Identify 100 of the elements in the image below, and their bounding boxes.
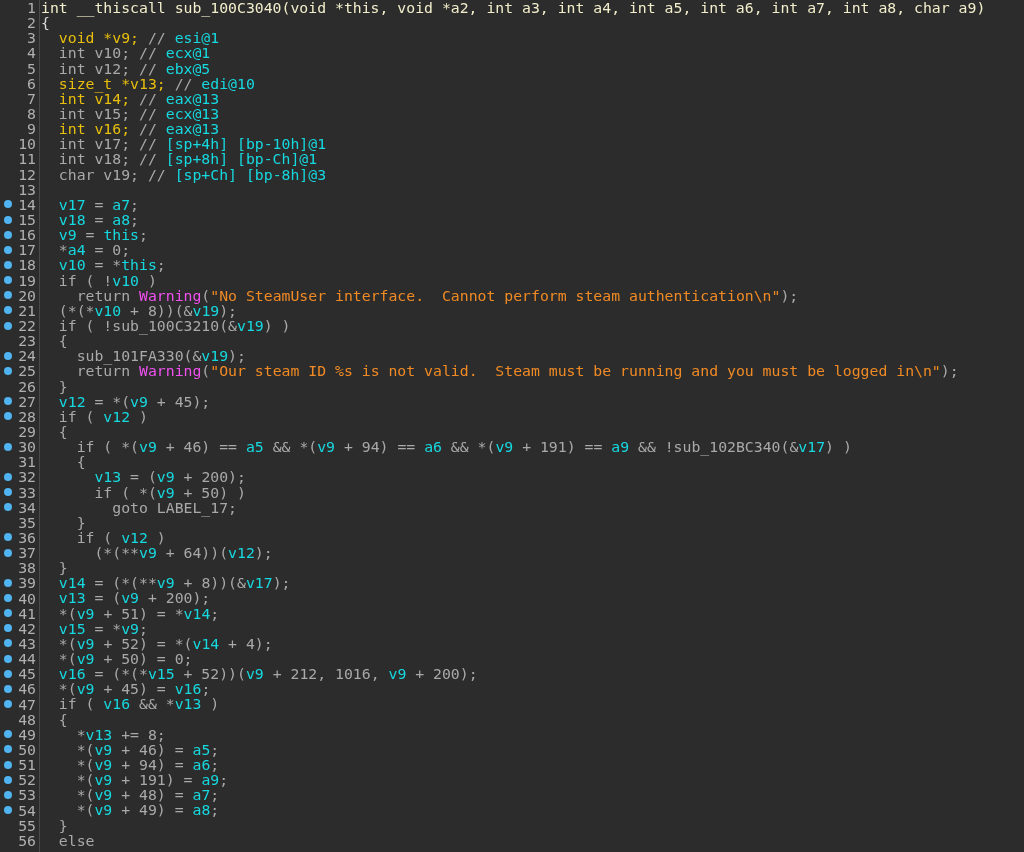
line-number: 53 xyxy=(18,787,36,803)
code-line: { xyxy=(57,423,68,440)
code-line: int v15; // ecx@13 xyxy=(57,106,220,122)
code-line: v18 = a8; xyxy=(57,211,140,228)
code-line: if ( v12 ) xyxy=(57,408,148,424)
code-line: v9 = this; xyxy=(57,227,148,243)
code-line: char v19; // [sp+Ch] [bp-8h]@3 xyxy=(57,166,327,182)
code-line: *v13 += 8; xyxy=(75,726,166,742)
line-number: 41 xyxy=(18,605,36,621)
line-number: 46 xyxy=(18,681,36,697)
code-line: int v17; // [sp+4h] [bp-10h]@1 xyxy=(57,136,327,152)
code-line: *(v9 + 52) = *(v14 + 4); xyxy=(57,635,273,652)
line-number: 33 xyxy=(18,484,36,500)
code-line: v17 = a7; xyxy=(57,196,140,212)
line-number: 2 xyxy=(27,15,36,31)
line-number: 25 xyxy=(18,363,36,379)
code-line: if ( v16 && *v13 ) xyxy=(57,696,220,712)
code-line: return Warning("Our steam ID %s is not valid. Steam must be running and you must be logged in\n"); xyxy=(75,363,959,379)
code-line: *(v9 + 191) = a9; xyxy=(75,772,229,788)
code-line: int v10; // ecx@1 xyxy=(57,45,211,61)
line-number: 6 xyxy=(27,75,36,91)
line-number: 32 xyxy=(18,469,36,485)
line-number: 34 xyxy=(18,499,36,515)
line-number: 55 xyxy=(18,817,36,833)
code-line: int v18; // [sp+8h] [bp-Ch]@1 xyxy=(57,151,318,167)
line-number: 50 xyxy=(18,741,36,757)
line-number: 26 xyxy=(18,378,36,394)
code-line: v13 = (v9 + 200); xyxy=(57,590,211,606)
code-line: } xyxy=(75,514,86,530)
line-number: 22 xyxy=(18,318,36,333)
line-number: 44 xyxy=(18,651,36,667)
line-number: 12 xyxy=(18,166,36,182)
line-number: 36 xyxy=(18,530,36,545)
code-line: *(v9 + 48) = a7; xyxy=(75,787,220,803)
code-line: void *v9; // esi@1 xyxy=(57,30,220,46)
line-number: 54 xyxy=(18,802,36,818)
code-line: if ( !v10 ) xyxy=(57,272,157,288)
code-line: *(v9 + 46) = a5; xyxy=(75,741,220,758)
code-line: if ( *(v9 + 46) == a5 && *(v9 + 94) == a6 && *(v9 + 191) == a9 && !sub_102BC340(&v17) ) xyxy=(75,439,852,455)
code-line: int v16; // eax@13 xyxy=(57,121,220,137)
line-number: 56 xyxy=(18,832,36,848)
line-number: 8 xyxy=(27,106,36,122)
code-line: *(v9 + 51) = *v14; xyxy=(57,605,220,621)
code-line: *(v9 + 49) = a8; xyxy=(75,802,220,818)
line-number: 16 xyxy=(18,227,36,243)
code-line: return Warning("No SteamUser interface. Cannot perform steam authentication\n"); xyxy=(75,287,799,303)
line-number: 45 xyxy=(18,666,36,682)
code-line: else xyxy=(57,832,95,848)
line-number: 42 xyxy=(18,620,36,636)
code-line: int v14; // eax@13 xyxy=(57,90,220,106)
code-line: (*(*v10 + 8))(&v19); xyxy=(57,302,238,318)
line-number: 17 xyxy=(18,242,36,258)
code-line: *(v9 + 94) = a6; xyxy=(75,757,220,773)
code-line: sub_101FA330(&v19); xyxy=(75,348,246,364)
line-number: 10 xyxy=(18,136,36,152)
line-number: 39 xyxy=(18,575,36,591)
line-number: 38 xyxy=(18,560,36,576)
line-number: 35 xyxy=(18,514,36,530)
line-number: 48 xyxy=(18,711,36,727)
line-number: 14 xyxy=(18,196,36,212)
code-line: v13 = (v9 + 200); xyxy=(93,469,246,485)
line-number: 13 xyxy=(18,181,36,197)
code-line: { xyxy=(75,454,86,470)
line-number: 43 xyxy=(18,635,36,651)
code-line: if ( !sub_100C3210(&v19) ) xyxy=(57,317,291,334)
line-number: 19 xyxy=(18,272,36,288)
line-number: 27 xyxy=(18,393,36,409)
line-number: 9 xyxy=(27,121,36,137)
line-number: 4 xyxy=(27,45,36,61)
line-number: 11 xyxy=(18,151,36,167)
code-line: if ( v12 ) xyxy=(75,529,166,546)
line-number: 7 xyxy=(27,90,36,106)
code-line: { xyxy=(40,15,50,31)
line-number: 49 xyxy=(18,726,36,742)
code-line: } xyxy=(57,560,68,576)
line-number: 40 xyxy=(18,590,36,606)
code-line: { xyxy=(57,711,68,727)
code-line: *(v9 + 45) = v16; xyxy=(57,681,211,697)
code-line: goto LABEL_17; xyxy=(111,499,237,515)
line-number: 31 xyxy=(18,454,36,470)
code-line: v12 = *(v9 + 45); xyxy=(57,393,211,409)
line-number: 1 xyxy=(27,0,36,16)
line-number: 51 xyxy=(18,757,36,773)
line-number: 18 xyxy=(18,257,36,273)
code-line: v10 = *this; xyxy=(57,257,166,273)
code-line: v14 = (*(**v9 + 8))(&v17); xyxy=(57,575,291,591)
line-number: 28 xyxy=(18,408,36,424)
line-number: 24 xyxy=(18,348,36,364)
code-line: *(v9 + 50) = 0; xyxy=(57,651,193,667)
code-line: if ( *(v9 + 50) ) xyxy=(93,484,246,500)
code-line: int v12; // ebx@5 xyxy=(57,60,211,76)
code-line: } xyxy=(57,378,68,394)
code-line: } xyxy=(57,817,68,833)
line-number: 52 xyxy=(18,772,36,788)
line-number: 15 xyxy=(18,212,36,228)
line-number: 37 xyxy=(18,545,36,561)
code-line: v16 = (*(*v15 + 52))(v9 + 212, 1016, v9 + 200); xyxy=(57,666,478,682)
line-number: 3 xyxy=(27,30,36,46)
line-number: 5 xyxy=(27,60,36,76)
code-line: { xyxy=(57,333,68,349)
